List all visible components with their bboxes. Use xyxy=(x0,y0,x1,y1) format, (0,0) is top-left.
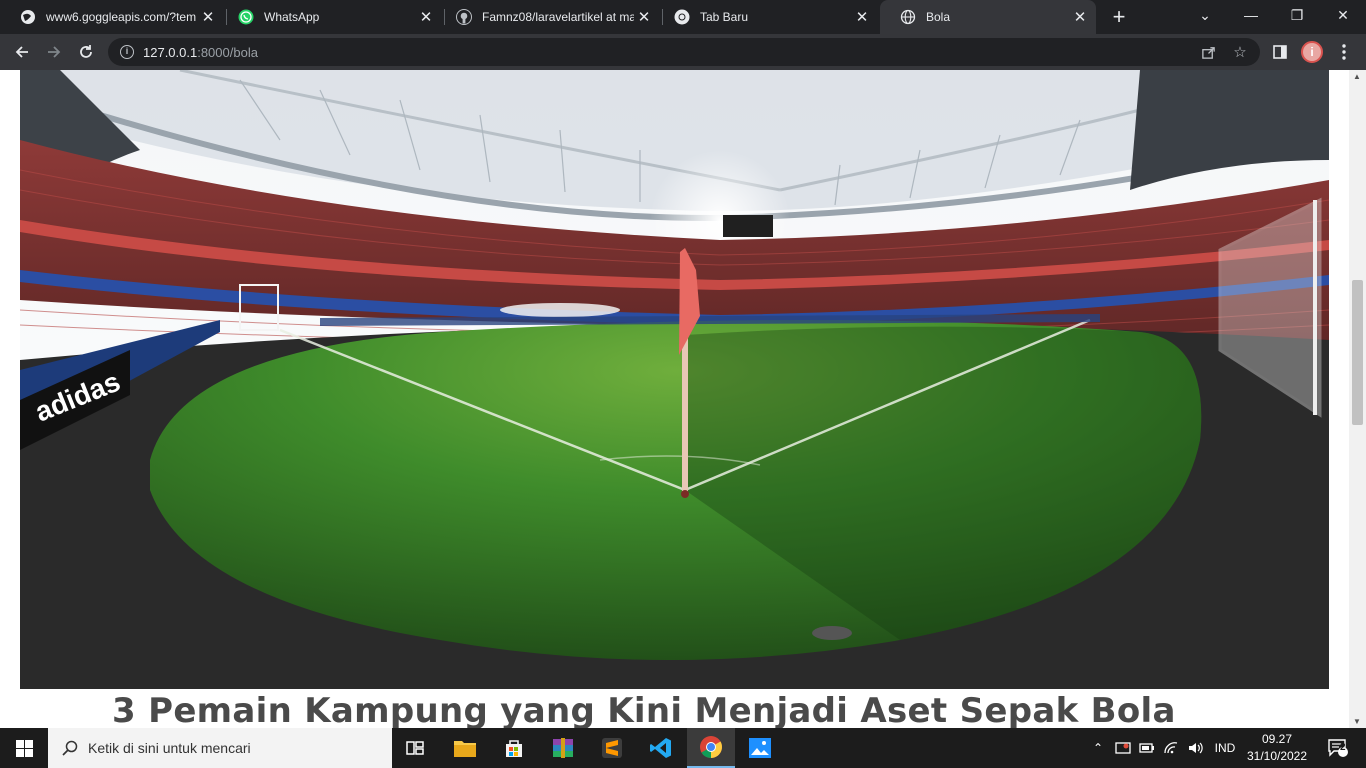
new-tab-button[interactable]: + xyxy=(1108,6,1130,28)
globe-icon xyxy=(900,9,916,25)
bookmark-star-icon[interactable]: ☆ xyxy=(1226,38,1254,66)
tab-new-tab[interactable]: Tab Baru ✕ xyxy=(654,0,878,34)
taskbar-vscode[interactable] xyxy=(637,728,685,768)
meet-now-icon[interactable] xyxy=(1112,728,1134,768)
tab-title: WhatsApp xyxy=(264,10,320,24)
profile-button[interactable]: i xyxy=(1298,38,1326,66)
windows-logo-icon xyxy=(15,739,33,757)
reload-icon xyxy=(80,45,92,58)
close-icon[interactable]: ✕ xyxy=(198,7,218,27)
notification-center-button[interactable]: 2 xyxy=(1318,728,1358,768)
close-window-button[interactable]: ✕ xyxy=(1320,0,1366,30)
notification-count: 2 xyxy=(1340,742,1346,753)
volume-icon[interactable] xyxy=(1184,728,1206,768)
tab-whatsapp[interactable]: WhatsApp ✕ xyxy=(218,0,442,34)
url-path: :8000/bola xyxy=(197,44,258,60)
menu-button[interactable] xyxy=(1330,38,1358,66)
search-placeholder: Ketik di sini untuk mencari xyxy=(88,740,251,756)
close-icon[interactable]: ✕ xyxy=(1070,7,1090,27)
folder-icon xyxy=(454,741,476,757)
url-text[interactable]: 127.0.0.1:8000/bola xyxy=(143,45,258,60)
taskbar-search-input[interactable]: Ketik di sini untuk mencari xyxy=(48,728,392,768)
scroll-down-icon[interactable]: ▼ xyxy=(1353,717,1361,726)
page-viewport: adidas 3 Pemain Kampung yang Kini Menjad… xyxy=(0,70,1366,728)
stadium-photo: adidas xyxy=(20,70,1329,689)
whatsapp-icon xyxy=(238,9,254,25)
github-icon xyxy=(456,9,472,25)
taskbar-winrar[interactable] xyxy=(539,728,587,768)
share-icon[interactable] xyxy=(1194,38,1222,66)
back-button[interactable] xyxy=(8,38,36,66)
wifi-icon[interactable] xyxy=(1160,728,1182,768)
scroll-thumb[interactable] xyxy=(1352,280,1363,425)
side-panel-icon xyxy=(1273,45,1287,59)
tab-search-chevron-icon[interactable]: ⌄ xyxy=(1182,0,1228,30)
tab-goggleapis[interactable]: www6.goggleapis.com/?tem ✕ xyxy=(0,0,224,34)
tab-title: www6.goggleapis.com/?tem xyxy=(46,10,197,24)
search-icon xyxy=(62,740,78,756)
taskbar-store[interactable] xyxy=(490,728,538,768)
taskbar-clock[interactable]: 09.27 31/10/2022 xyxy=(1244,731,1310,765)
start-button[interactable] xyxy=(0,728,48,768)
close-icon[interactable]: ✕ xyxy=(852,7,872,27)
hero-image: adidas xyxy=(20,70,1329,689)
browser-toolbar: i 127.0.0.1:8000/bola ☆ i xyxy=(0,34,1366,70)
tab-bola[interactable]: Bola ✕ xyxy=(880,0,1096,34)
taskbar-photos[interactable] xyxy=(736,728,784,768)
globe-icon xyxy=(21,10,35,24)
tab-title: Bola xyxy=(926,10,951,24)
task-view-button[interactable] xyxy=(392,728,440,768)
article-title[interactable]: 3 Pemain Kampung yang Kini Menjadi Aset … xyxy=(112,691,1176,728)
taskbar-sublime-text[interactable] xyxy=(588,728,636,768)
sublime-icon xyxy=(602,738,622,758)
photos-icon xyxy=(749,738,771,758)
site-info-icon[interactable]: i xyxy=(120,45,134,59)
chrome-icon xyxy=(700,736,722,758)
tab-github[interactable]: Famnz08/laravelartikel at ma ✕ xyxy=(436,0,660,34)
url-host: 127.0.0.1 xyxy=(143,44,198,60)
show-hidden-icons-button[interactable]: ⌃ xyxy=(1088,728,1108,768)
store-icon xyxy=(506,740,522,757)
side-panel-button[interactable] xyxy=(1266,38,1294,66)
close-icon[interactable]: ✕ xyxy=(634,7,654,27)
windows-taskbar: Ketik di sini untuk mencari ⌃ IND 09.27 … xyxy=(0,728,1366,768)
close-icon[interactable]: ✕ xyxy=(416,7,436,27)
scroll-up-icon[interactable]: ▲ xyxy=(1353,72,1361,81)
tab-strip: www6.goggleapis.com/?tem ✕ WhatsApp ✕ Fa… xyxy=(0,0,1366,34)
minimize-button[interactable]: — xyxy=(1228,0,1274,30)
tab-title: Tab Baru xyxy=(700,10,749,24)
archive-icon xyxy=(553,738,573,758)
chrome-icon xyxy=(674,9,690,25)
vscode-icon xyxy=(650,738,671,758)
page-scrollbar[interactable]: ▲ ▼ xyxy=(1349,70,1366,728)
task-view-icon xyxy=(406,741,424,755)
more-vert-icon xyxy=(1342,44,1346,60)
battery-icon[interactable] xyxy=(1136,728,1158,768)
taskbar-chrome[interactable] xyxy=(687,728,735,768)
forward-button[interactable] xyxy=(40,38,68,66)
taskbar-file-explorer[interactable] xyxy=(441,728,489,768)
restore-button[interactable]: ❐ xyxy=(1274,0,1320,30)
clock-date: 31/10/2022 xyxy=(1246,749,1308,763)
address-bar[interactable]: i 127.0.0.1:8000/bola ☆ xyxy=(108,38,1260,66)
arrow-left-icon xyxy=(15,46,28,58)
clock-time: 09.27 xyxy=(1261,732,1293,746)
tab-title: Famnz08/laravelartikel at ma xyxy=(482,10,634,24)
avatar: i xyxy=(1301,41,1323,63)
reload-button[interactable] xyxy=(72,38,100,66)
language-indicator[interactable]: IND xyxy=(1208,728,1242,768)
arrow-right-icon xyxy=(48,46,61,58)
